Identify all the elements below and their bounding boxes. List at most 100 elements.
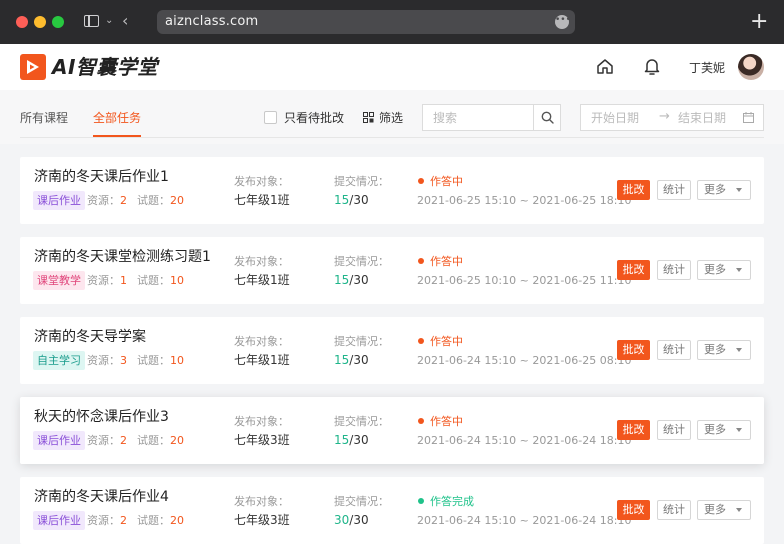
question-count: 试题：20	[137, 434, 184, 447]
status-dot-icon	[418, 258, 424, 264]
submit-label: 提交情况：	[334, 495, 389, 508]
grade-button[interactable]: 批改	[617, 500, 650, 520]
more-options-icon[interactable]: •••	[555, 15, 571, 29]
search-button[interactable]	[533, 105, 560, 130]
resource-count: 资源：1	[87, 274, 127, 287]
submission-count: 15/30	[334, 193, 369, 207]
task-type-tag: 课堂教学	[33, 271, 85, 290]
status-text: 作答中	[430, 175, 463, 188]
username[interactable]: 丁芙妮	[689, 61, 725, 75]
question-count: 试题：20	[137, 194, 184, 207]
submission-count: 15/30	[334, 433, 369, 447]
time-range: 2021-06-25 10:10 ~ 2021-06-25 11:10	[417, 274, 632, 287]
more-dropdown[interactable]: 更多	[697, 500, 751, 520]
resource-count: 资源：2	[87, 514, 127, 527]
url-text: aiznclass.com	[165, 14, 259, 29]
submit-label: 提交情况：	[334, 335, 389, 348]
calendar-icon[interactable]	[743, 112, 754, 123]
home-icon[interactable]	[596, 58, 614, 75]
pending-only-checkbox[interactable]	[264, 111, 277, 124]
status-dot-icon	[418, 178, 424, 184]
question-count: 试题：10	[137, 354, 184, 367]
task-card[interactable]: 济南的冬天课后作业1 课后作业 资源：2 试题：20 发布对象： 七年级1班 提…	[20, 157, 764, 224]
task-title[interactable]: 济南的冬天课后作业1	[34, 169, 169, 186]
tab-all-courses[interactable]: 所有课程	[20, 111, 68, 125]
time-range: 2021-06-24 15:10 ~ 2021-06-25 08:10	[417, 354, 632, 367]
tab-all-tasks[interactable]: 全部任务	[93, 111, 141, 125]
target-label: 发布对象：	[234, 175, 289, 188]
close-window-button[interactable]	[16, 16, 28, 28]
stats-button[interactable]: 统计	[657, 340, 691, 360]
grade-button[interactable]: 批改	[617, 260, 650, 280]
more-dropdown[interactable]: 更多	[697, 340, 751, 360]
stats-button[interactable]: 统计	[657, 260, 691, 280]
submit-label: 提交情况：	[334, 175, 389, 188]
task-type-tag: 课后作业	[33, 431, 85, 450]
sidebar-toggle-icon[interactable]	[84, 15, 99, 27]
status-dot-icon	[418, 498, 424, 504]
start-date-field[interactable]: 开始日期	[591, 111, 639, 125]
resource-count: 资源：2	[87, 434, 127, 447]
task-card[interactable]: 济南的冬天课后作业4 课后作业 资源：2 试题：20 发布对象： 七年级3班 提…	[20, 477, 764, 544]
active-tab-indicator	[93, 135, 141, 137]
chevron-down-icon[interactable]: ⌄	[105, 13, 113, 29]
task-title[interactable]: 秋天的怀念课后作业3	[34, 409, 169, 426]
caret-down-icon	[736, 268, 742, 272]
avatar[interactable]	[738, 54, 764, 80]
caret-down-icon	[736, 348, 742, 352]
more-dropdown[interactable]: 更多	[697, 260, 751, 280]
task-type-tag: 自主学习	[33, 351, 85, 370]
date-range-picker[interactable]: 开始日期 → 结束日期	[580, 104, 764, 131]
address-bar[interactable]: aiznclass.com •••	[157, 10, 575, 34]
more-dropdown[interactable]: 更多	[697, 180, 751, 200]
grade-button[interactable]: 批改	[617, 180, 650, 200]
end-date-field[interactable]: 结束日期	[678, 111, 726, 125]
bell-icon[interactable]	[643, 57, 661, 76]
time-range: 2021-06-24 15:10 ~ 2021-06-24 18:10	[417, 514, 632, 527]
question-count: 试题：10	[137, 274, 184, 287]
caret-down-icon	[736, 428, 742, 432]
new-tab-icon[interactable]: +	[750, 10, 768, 34]
stats-button[interactable]: 统计	[657, 180, 691, 200]
time-range: 2021-06-24 15:10 ~ 2021-06-24 18:10	[417, 434, 632, 447]
target-class: 七年级3班	[234, 433, 290, 447]
browser-toolbar: ⌄ ‹ aiznclass.com ••• +	[0, 0, 784, 44]
task-card[interactable]: 济南的冬天导学案 自主学习 资源：3 试题：10 发布对象： 七年级1班 提交情…	[20, 317, 764, 384]
time-range: 2021-06-25 15:10 ~ 2021-06-25 18:10	[417, 194, 632, 207]
grade-button[interactable]: 批改	[617, 420, 650, 440]
task-card[interactable]: 秋天的怀念课后作业3 课后作业 资源：2 试题：20 发布对象： 七年级3班 提…	[20, 397, 764, 464]
task-card[interactable]: 济南的冬天课堂检测练习题1 课堂教学 资源：1 试题：10 发布对象： 七年级1…	[20, 237, 764, 304]
more-dropdown[interactable]: 更多	[697, 420, 751, 440]
target-label: 发布对象：	[234, 415, 289, 428]
filter-button[interactable]: 筛选	[379, 111, 403, 125]
task-title[interactable]: 济南的冬天导学案	[34, 329, 146, 346]
caret-down-icon	[736, 188, 742, 192]
maximize-window-button[interactable]	[52, 16, 64, 28]
grade-button[interactable]: 批改	[617, 340, 650, 360]
submission-count: 15/30	[334, 353, 369, 367]
filter-grid-icon[interactable]	[363, 112, 374, 123]
search-input[interactable]	[424, 106, 532, 129]
status-dot-icon	[418, 338, 424, 344]
task-title[interactable]: 济南的冬天课后作业4	[34, 489, 169, 506]
minimize-window-button[interactable]	[34, 16, 46, 28]
status-text: 作答中	[430, 335, 463, 348]
caret-down-icon	[736, 508, 742, 512]
logo-text: AI智囊学堂	[52, 55, 158, 79]
submit-label: 提交情况：	[334, 255, 389, 268]
app-header: AI智囊学堂	[0, 44, 784, 90]
resource-count: 资源：2	[87, 194, 127, 207]
status-text: 作答完成	[430, 495, 474, 508]
search-box	[422, 104, 561, 131]
pending-only-label[interactable]: 只看待批改	[284, 111, 344, 125]
task-title[interactable]: 济南的冬天课堂检测练习题1	[34, 249, 211, 266]
tabs-divider	[20, 137, 764, 138]
stats-button[interactable]: 统计	[657, 500, 691, 520]
target-class: 七年级1班	[234, 193, 290, 207]
submit-label: 提交情况：	[334, 415, 389, 428]
submission-count: 30/30	[334, 513, 369, 527]
back-arrow-icon[interactable]: ‹	[122, 13, 128, 29]
stats-button[interactable]: 统计	[657, 420, 691, 440]
target-label: 发布对象：	[234, 255, 289, 268]
task-type-tag: 课后作业	[33, 191, 85, 210]
